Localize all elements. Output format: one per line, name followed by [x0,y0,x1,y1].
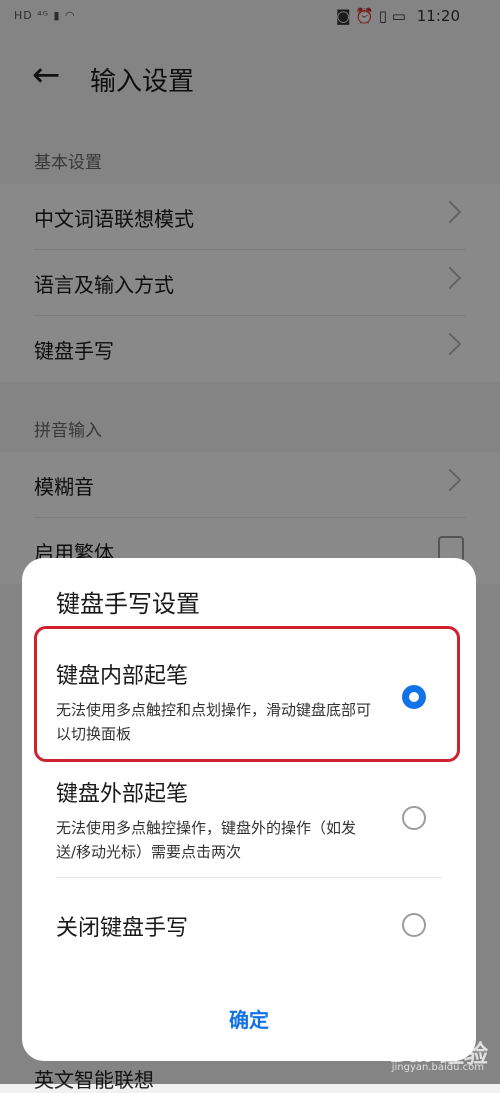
option-disable-handwriting[interactable]: 关闭键盘手写 [22,880,476,968]
option-outside-start[interactable]: 键盘外部起笔 无法使用多点触控操作，键盘外的操作（如发送/移动光标）需要点击两次 [22,764,476,878]
annotation-highlight-box [34,626,460,762]
watermark-url: jingyan.baidu.com [391,1062,484,1073]
dialog-title: 键盘手写设置 [56,590,200,618]
radio-unselected-icon[interactable] [402,913,426,937]
handwriting-settings-dialog: 键盘手写设置 键盘内部起笔 无法使用多点触控和点划操作，滑动键盘底部可以切换面板… [22,558,476,1061]
option-title: 关闭键盘手写 [56,916,189,941]
option-description: 无法使用多点触控操作，键盘外的操作（如发送/移动光标）需要点击两次 [56,819,357,861]
confirm-button[interactable]: 确定 [22,1004,476,1033]
radio-unselected-icon[interactable] [402,806,426,830]
divider [56,877,442,878]
option-title: 键盘外部起笔 [56,782,189,807]
